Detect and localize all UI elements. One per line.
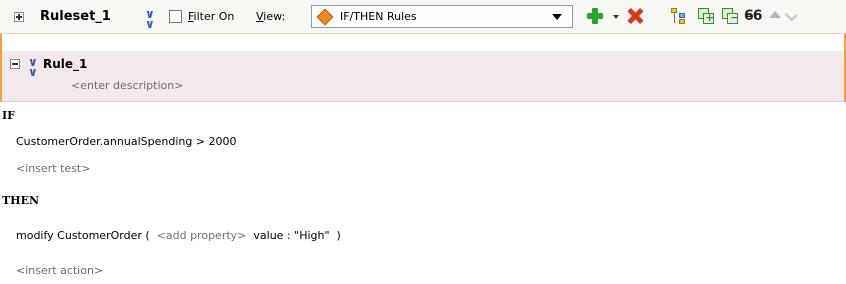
rule-name[interactable]: Rule_1 — [43, 57, 87, 71]
filter-on-label[interactable]: Filter On — [188, 10, 234, 23]
ruleset-toolbar: Ruleset_1 ∨ ∨ Filter On View: IF/THEN Rul… — [0, 0, 846, 34]
filter-on-checkbox[interactable] — [169, 10, 182, 23]
rule-action[interactable]: modify CustomerOrder ( <add property> va… — [16, 229, 341, 242]
dropdown-arrow-icon[interactable] — [552, 14, 562, 20]
down-icon[interactable] — [784, 8, 798, 22]
rule-description[interactable]: <enter description> — [71, 79, 183, 92]
add-property-placeholder[interactable]: <add property> — [157, 229, 247, 242]
expand-icon[interactable] — [14, 12, 24, 22]
move-icon[interactable] — [721, 7, 739, 25]
glasses-icon[interactable]: 6̵6 — [744, 8, 763, 24]
double-chevron-icon[interactable]: ∨ ∨ — [28, 56, 38, 78]
copy-icon[interactable] — [697, 7, 715, 25]
rule-top-border — [0, 34, 846, 51]
collapse-icon[interactable] — [10, 59, 20, 69]
double-chevron-icon[interactable]: ∨ ∨ — [145, 8, 155, 30]
view-label: View: — [256, 10, 286, 23]
add-dropdown-arrow-icon[interactable] — [613, 15, 619, 19]
view-select-value: IF/THEN Rules — [340, 10, 417, 23]
insert-test-placeholder[interactable]: <insert test> — [16, 162, 90, 175]
insert-action-placeholder[interactable]: <insert action> — [16, 264, 103, 277]
delete-icon[interactable] — [625, 6, 645, 26]
ruleset-name[interactable]: Ruleset_1 — [40, 9, 111, 24]
rule-test[interactable]: CustomerOrder.annualSpending > 2000 — [16, 135, 237, 148]
if-keyword: IF — [2, 109, 15, 122]
tree-icon[interactable] — [670, 7, 688, 25]
if-then-rules-icon — [316, 8, 334, 26]
up-icon[interactable] — [769, 11, 781, 18]
view-select[interactable]: IF/THEN Rules — [311, 5, 573, 28]
then-keyword: THEN — [2, 194, 40, 207]
rule-header: ∨ ∨ Rule_1 <enter description> — [0, 51, 846, 102]
plus-icon[interactable] — [585, 6, 605, 26]
